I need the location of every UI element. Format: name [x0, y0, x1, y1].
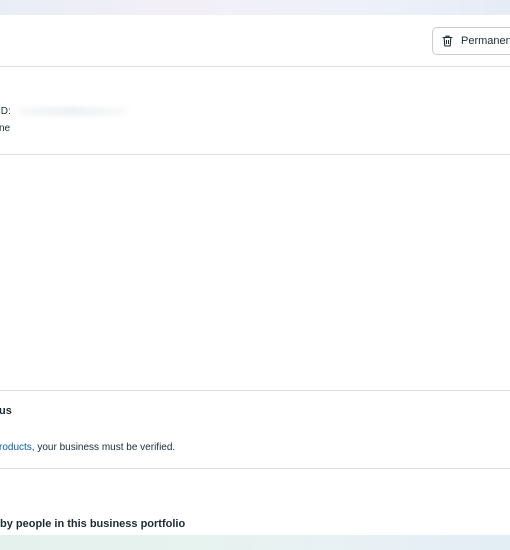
permanently-delete-button[interactable]: Permanen — [432, 27, 510, 55]
business-id-label: ID: — [0, 106, 11, 117]
bottom-gradient-bar — [0, 535, 510, 550]
top-gradient-bar — [0, 0, 510, 15]
permanently-delete-label: Permanen — [461, 35, 510, 47]
trash-icon — [442, 35, 453, 47]
verification-status-section: us roducts, your business must be verifi… — [0, 391, 510, 469]
business-info-panel: Permanen ID: ne us roducts, your busines… — [0, 15, 510, 535]
details-area — [0, 155, 510, 391]
business-info-section: ID: ne — [0, 67, 510, 155]
business-name-fragment: ne — [0, 123, 11, 134]
products-link[interactable]: roducts — [0, 442, 32, 453]
verification-status-message: , your business must be verified. — [31, 442, 176, 453]
verification-status-text: roducts, your business must be verified. — [0, 442, 175, 453]
verification-status-title: us — [0, 405, 12, 417]
access-title: by people in this business portfolio — [0, 518, 186, 530]
access-section: by people in this business portfolio — [0, 469, 510, 535]
panel-header: Permanen — [0, 15, 510, 67]
business-id-redacted — [18, 107, 128, 116]
